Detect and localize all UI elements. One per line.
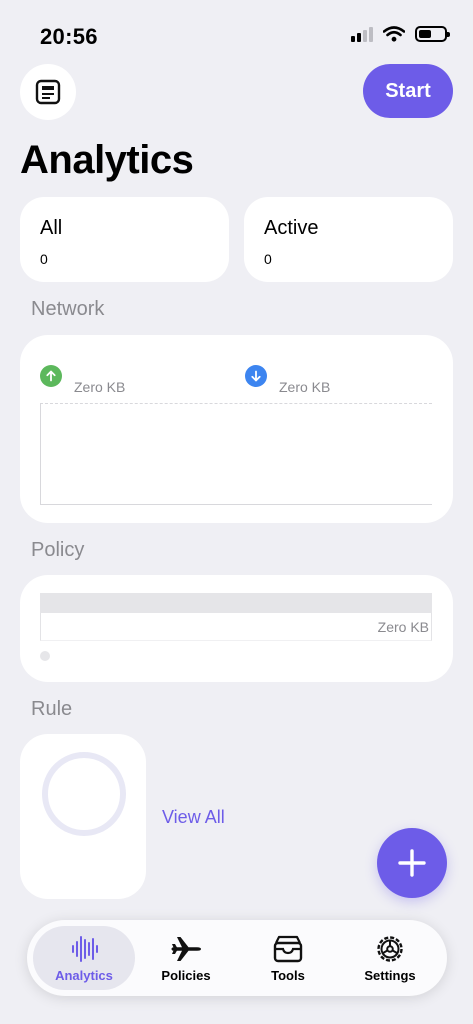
network-chart bbox=[40, 403, 432, 505]
upload-value: Zero KB bbox=[74, 379, 126, 395]
plus-icon bbox=[398, 849, 426, 877]
analytics-screen: 20:56 Start Analytics All 0 Active 0 Net… bbox=[0, 0, 473, 1024]
waveform-icon bbox=[72, 935, 98, 962]
tray-icon bbox=[273, 935, 303, 962]
tab-tools[interactable]: Tools bbox=[237, 926, 339, 990]
cellular-signal-icon bbox=[351, 26, 373, 42]
rule-card[interactable] bbox=[20, 734, 146, 899]
policy-bar bbox=[40, 593, 432, 613]
network-section-title: Network bbox=[31, 298, 105, 320]
policy-card: Zero KB bbox=[20, 575, 453, 682]
gear-icon bbox=[377, 935, 403, 962]
network-card: Zero KB Zero KB bbox=[20, 335, 453, 523]
tab-label: Tools bbox=[271, 967, 305, 983]
stat-label: All bbox=[40, 217, 63, 239]
upload-indicator: Zero KB bbox=[40, 365, 125, 395]
wifi-icon bbox=[383, 26, 405, 42]
download-indicator: Zero KB bbox=[245, 365, 330, 395]
stat-card-active[interactable]: Active 0 bbox=[244, 197, 453, 282]
tab-settings[interactable]: Settings bbox=[339, 926, 441, 990]
document-icon bbox=[35, 79, 61, 105]
rule-section-title: Rule bbox=[31, 698, 73, 720]
status-time: 20:56 bbox=[40, 24, 98, 49]
battery-icon bbox=[415, 26, 450, 42]
policy-axis bbox=[40, 613, 432, 641]
add-button[interactable] bbox=[377, 828, 447, 898]
stat-card-all[interactable]: All 0 bbox=[20, 197, 229, 282]
view-all-link[interactable]: View All bbox=[162, 807, 225, 828]
status-bar: 20:56 bbox=[0, 0, 473, 70]
download-arrow-icon bbox=[245, 365, 267, 387]
policy-section-title: Policy bbox=[31, 539, 85, 561]
stat-value: 0 bbox=[40, 251, 48, 267]
stat-value: 0 bbox=[264, 251, 272, 267]
tab-analytics[interactable]: Analytics bbox=[33, 926, 135, 990]
tab-label: Analytics bbox=[55, 967, 113, 983]
download-value: Zero KB bbox=[279, 379, 331, 395]
tab-policies[interactable]: Policies bbox=[135, 926, 237, 990]
stat-label: Active bbox=[264, 217, 319, 239]
rule-ring-chart bbox=[42, 752, 126, 836]
tab-label: Policies bbox=[161, 967, 211, 983]
policy-legend-dot bbox=[40, 651, 50, 661]
policy-value: Zero KB bbox=[377, 619, 429, 635]
page-title: Analytics bbox=[20, 138, 194, 182]
tab-label: Settings bbox=[364, 967, 416, 983]
airplane-icon bbox=[171, 936, 201, 961]
start-button[interactable]: Start bbox=[363, 64, 453, 118]
tab-bar: Analytics Policies Tools Settings bbox=[27, 920, 447, 996]
upload-arrow-icon bbox=[40, 365, 62, 387]
status-icons bbox=[351, 26, 450, 42]
document-button[interactable] bbox=[20, 64, 76, 120]
